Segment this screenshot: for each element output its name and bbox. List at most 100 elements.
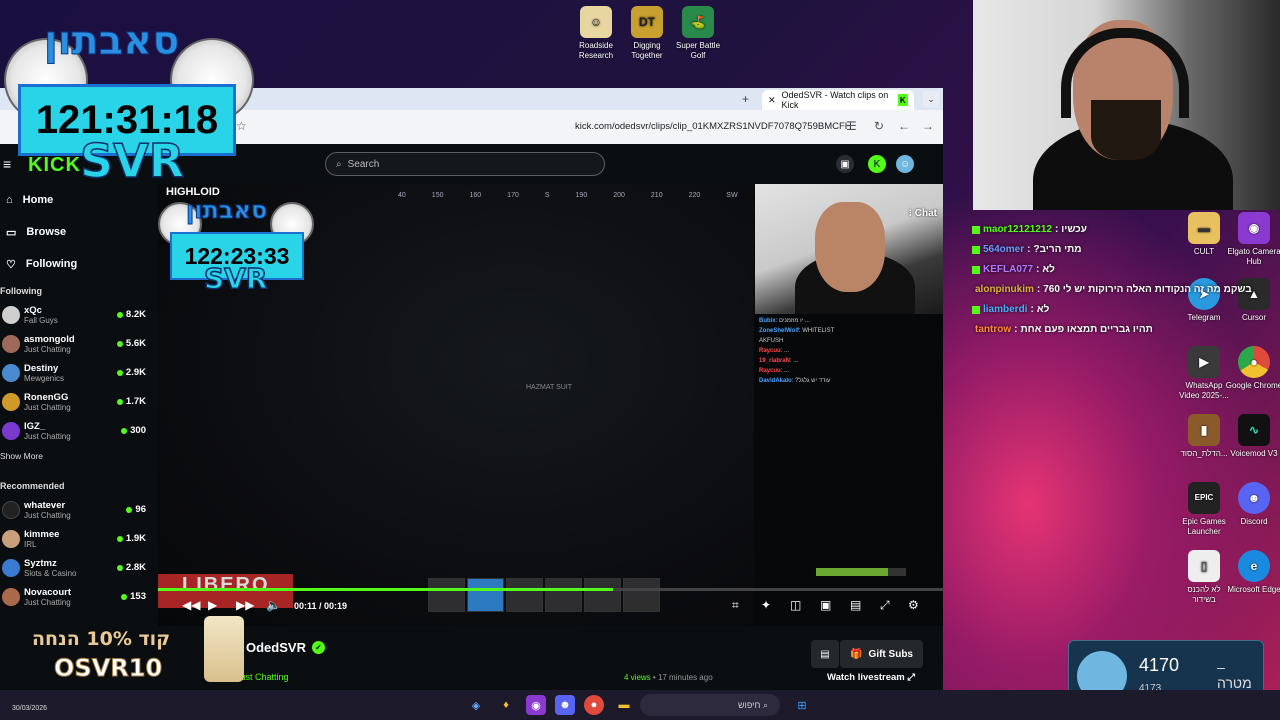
channel-info-bar: OdedSVR ✓ Just Chatting 4 views • 17 minu… bbox=[158, 626, 943, 690]
reload-icon[interactable]: ↻ bbox=[874, 119, 884, 133]
chrome-icon[interactable]: ● bbox=[584, 695, 604, 715]
sidebar-channel-asmongold[interactable]: asmongold Just Chatting 5.6K bbox=[0, 329, 158, 358]
sidebar-channel-xqc[interactable]: xQc Fall Guys 8.2K bbox=[0, 300, 158, 329]
svr-logo: SVR bbox=[203, 261, 268, 296]
desktop-icon-google-chrome[interactable]: ● Google Chrome bbox=[1225, 346, 1280, 391]
pin-icon[interactable]: ♦ bbox=[496, 695, 516, 715]
live-dot-icon bbox=[121, 593, 128, 600]
avatar bbox=[2, 392, 20, 411]
desktop-icon-discord[interactable]: ☻ Discord bbox=[1225, 482, 1280, 527]
browser-tab[interactable]: ✕ OdedSVR - Watch clips on Kick K bbox=[762, 90, 914, 110]
desktop-icon-voicemod[interactable]: ∿ Voicemod V3 bbox=[1225, 414, 1280, 459]
chrome-icon: ● bbox=[1238, 346, 1270, 378]
live-dot-icon bbox=[116, 535, 123, 542]
sidebar-item-home[interactable]: ⌂ Home bbox=[0, 184, 158, 216]
voicemod-icon: ∿ bbox=[1238, 414, 1270, 446]
fast-forward-icon[interactable]: ▶▶ bbox=[236, 598, 254, 612]
fullscreen-icon[interactable]: ⤢ bbox=[880, 598, 890, 613]
webcam-overlay bbox=[973, 0, 1280, 210]
sidebar-channel-igz[interactable]: IGZ_ Just Chatting 300 bbox=[0, 416, 158, 445]
sidebar-item-browse[interactable]: ▭ Browse bbox=[0, 216, 158, 248]
volume-icon[interactable]: 🔈 bbox=[266, 598, 281, 612]
watch-livestream-link[interactable]: Watch livestream ⤢ bbox=[827, 672, 915, 683]
overlay-chat-line: 564omer: ?מתי הריב bbox=[972, 240, 1142, 260]
play-icon[interactable]: ▶ bbox=[208, 598, 217, 612]
desktop-icon-microsoft-edge[interactable]: e Microsoft Edge bbox=[1225, 550, 1280, 595]
back-icon[interactable]: ← bbox=[898, 119, 910, 133]
forward-icon[interactable]: → bbox=[922, 119, 934, 133]
sidebar-channel-whatever[interactable]: whatever Just Chatting 96 bbox=[0, 495, 158, 524]
sidebar-channel-kimmee[interactable]: kimmee IRL 1.9K bbox=[0, 524, 158, 553]
golf-icon: ⛳ bbox=[682, 6, 714, 38]
digging-together-icon: DT bbox=[631, 6, 663, 38]
windows-start-icon[interactable]: ⊞ bbox=[792, 695, 812, 715]
gift-subs-button[interactable]: 🎁 Gift Subs bbox=[840, 640, 923, 668]
file-explorer-icon[interactable]: ▬ bbox=[614, 695, 634, 715]
video-progress-bar[interactable] bbox=[158, 588, 943, 591]
mini-player-icon[interactable]: ▤ bbox=[850, 598, 861, 612]
avatar[interactable]: ☺ bbox=[896, 155, 914, 173]
live-dot-icon bbox=[116, 564, 123, 571]
headphones-icon bbox=[1061, 28, 1189, 118]
clips-icon[interactable]: ▣ bbox=[836, 155, 854, 173]
overlay-chat-line: KEFLA077: לא bbox=[972, 260, 1142, 280]
live-dot-icon bbox=[116, 369, 123, 376]
streamer-cam: ⁝ Chat bbox=[755, 184, 943, 314]
avatar bbox=[2, 500, 20, 519]
following-heading: Following bbox=[0, 286, 42, 296]
new-tab-icon[interactable]: + bbox=[742, 92, 749, 106]
sparkle-icon[interactable]: ✦ bbox=[761, 598, 771, 612]
hazmat-label: HAZMAT SUIT bbox=[526, 384, 573, 391]
epic-games-icon: EPIC bbox=[1188, 482, 1220, 514]
camera-icon: ◉ bbox=[1238, 212, 1270, 244]
desktop-icon-digging-together[interactable]: DT Digging Together bbox=[618, 6, 676, 61]
close-tab-icon[interactable]: ✕ bbox=[768, 95, 776, 106]
live-dot-icon bbox=[126, 506, 133, 513]
discord-icon[interactable]: ☻ bbox=[555, 695, 575, 715]
edge-icon: e bbox=[1238, 550, 1270, 582]
kick-logo[interactable]: KICK bbox=[28, 154, 81, 177]
menu-icon[interactable]: ≡ bbox=[3, 156, 11, 172]
site-settings-icon[interactable]: ☰ bbox=[846, 119, 857, 133]
sidebar-channel-ronengg[interactable]: RonenGG Just Chatting 1.7K bbox=[0, 387, 158, 416]
elgato-icon[interactable]: ◉ bbox=[526, 695, 546, 715]
clip-list-button[interactable]: ▤ bbox=[811, 640, 839, 668]
sidebar-channel-syztmz[interactable]: Syztmz Slots & Casino 2.8K bbox=[0, 553, 158, 582]
overlay-chat-line: alonpinukim:760 בשקמ מה זה הנקודות האלה … bbox=[975, 284, 1252, 295]
sidebar-channel-novacourt[interactable]: Novacourt Just Chatting 153 bbox=[0, 582, 158, 611]
chat-toggle-button[interactable]: ⁝ Chat bbox=[909, 208, 937, 219]
channel-name[interactable]: OdedSVR ✓ bbox=[246, 640, 325, 655]
desktop-icon-super-battle-golf[interactable]: ⛳ Super Battle Golf bbox=[669, 6, 727, 61]
image-file-icon: ▮ bbox=[1188, 414, 1220, 446]
time-display: 00:11 / 00:19 bbox=[294, 601, 348, 611]
folder-icon: ▬ bbox=[1188, 212, 1220, 244]
sidebar-channel-destiny[interactable]: Destiny Mewgenics 2.9K bbox=[0, 358, 158, 387]
url-field[interactable]: kick.com/odedsvr/clips/clip_01KMXZRS1NVD… bbox=[575, 121, 852, 132]
home-icon: ⌂ bbox=[6, 194, 13, 206]
settings-gear-icon[interactable]: ⚙ bbox=[908, 598, 919, 612]
rewind-icon[interactable]: ◀◀ bbox=[182, 598, 200, 612]
overlay-chat-line: maor12121212: עכשיו bbox=[972, 220, 1142, 240]
desktop-icon-elgato-camera-hub[interactable]: ◉ Elgato Camera Hub bbox=[1225, 212, 1280, 267]
heart-icon: ♡ bbox=[6, 258, 16, 271]
live-dot-icon bbox=[116, 398, 123, 405]
taskbar-search[interactable]: חיפוש ⌕ bbox=[640, 694, 780, 716]
pip-icon[interactable]: ▣ bbox=[820, 598, 831, 612]
avatar bbox=[2, 305, 20, 324]
clip-icon[interactable]: ⌗ bbox=[732, 598, 739, 613]
kick-coin-icon[interactable]: K bbox=[868, 155, 886, 173]
star-icon[interactable]: ☆ bbox=[236, 119, 247, 133]
avatar bbox=[2, 529, 20, 548]
desktop-icon-roadside-research[interactable]: ☺ Roadside Research bbox=[567, 6, 625, 61]
avatar bbox=[2, 363, 20, 382]
search-input[interactable]: ⌕ Search bbox=[325, 152, 605, 176]
tab-menu-chevron-icon[interactable]: ⌄ bbox=[923, 91, 939, 107]
video-file-icon: ▶ bbox=[1188, 346, 1220, 378]
show-more-link[interactable]: Show More bbox=[0, 445, 158, 475]
steam-icon[interactable]: ◈ bbox=[466, 695, 486, 715]
svr-logo: SVR bbox=[79, 133, 185, 189]
theater-mode-icon[interactable]: ◫ bbox=[790, 598, 801, 612]
avatar bbox=[2, 421, 20, 440]
promo-banner: קוד 10% הנחה OSVR10 bbox=[14, 616, 244, 683]
sidebar-item-following[interactable]: ♡ Following bbox=[0, 248, 158, 280]
